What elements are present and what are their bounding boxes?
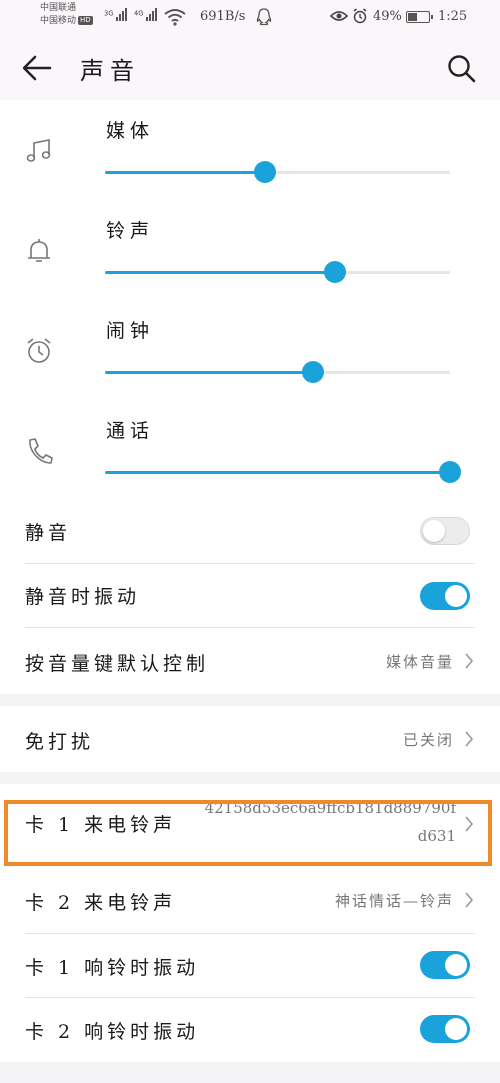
volume-panel: 媒体 铃声 闹钟 通话 (0, 100, 500, 508)
sim1-vibrate-toggle[interactable] (420, 951, 470, 979)
chevron-right-icon (465, 892, 474, 908)
sim2-ringtone-label: 卡 2 来电铃声 (25, 892, 177, 914)
qq-icon (256, 8, 272, 26)
mute-vibrate-toggle-knob (445, 585, 467, 607)
sim2-vibrate-toggle[interactable] (420, 1015, 470, 1043)
volume-label-media: 媒体 (106, 120, 155, 142)
volume-label-alarm: 闹钟 (106, 320, 155, 342)
sim2-ringtone-value: 神话情话—铃声 (334, 892, 454, 910)
alarm-volume-slider[interactable] (105, 361, 450, 383)
chevron-right-icon (465, 653, 474, 669)
eye-comfort-icon (330, 11, 348, 21)
ringtone-volume-fill (105, 271, 336, 274)
sim1-vibrate-row[interactable]: 卡 1 响铃时振动 (0, 934, 500, 998)
volume-row-call: 通话 (0, 400, 500, 500)
volume-label-call: 通话 (106, 420, 155, 442)
media-volume-thumb[interactable] (254, 161, 277, 183)
battery-icon (406, 11, 433, 23)
sim2-vibrate-row[interactable]: 卡 2 响铃时振动 (0, 998, 500, 1062)
volume-key-row[interactable]: 按音量键默认控制 媒体音量 (0, 628, 500, 694)
signal-1-icon: 3G (104, 8, 128, 21)
alarm-status-icon (353, 8, 367, 24)
music-note-icon (26, 139, 51, 162)
call-volume-slider[interactable] (105, 461, 461, 483)
media-volume-fill (105, 171, 266, 174)
search-icon[interactable] (446, 53, 476, 83)
ringtone-volume-slider[interactable] (105, 261, 450, 283)
page-title: 声音 (80, 57, 140, 85)
back-arrow-icon[interactable] (22, 54, 52, 82)
do-not-disturb-label: 免打扰 (25, 731, 95, 753)
sim2-vibrate-label: 卡 2 响铃时振动 (25, 1021, 200, 1043)
alarm-clock-icon (27, 338, 51, 363)
battery-fill (408, 13, 418, 21)
mute-vibrate-label: 静音时振动 (25, 586, 141, 608)
sim2-ringtone-row[interactable]: 卡 2 来电铃声 神话情话—铃声 (0, 868, 500, 934)
mute-row[interactable]: 静音 (0, 500, 500, 564)
carrier-2: 中国移动 (40, 16, 77, 26)
signal-2-icon: 4G (134, 8, 158, 21)
net-speed: 691B/s (200, 9, 246, 24)
mute-toggle[interactable] (420, 517, 470, 545)
battery-percent: 49% (373, 9, 402, 24)
do-not-disturb-value: 已关闭 (402, 731, 454, 749)
do-not-disturb-row[interactable]: 免打扰 已关闭 (0, 706, 500, 772)
signal-1-label: 3G (104, 9, 114, 18)
volume-row-ringtone: 铃声 (0, 200, 500, 300)
carrier-1: 中国联通 (40, 3, 77, 13)
carrier-info: 中国联通 中国移动 HD (40, 2, 93, 28)
status-bar: 中国联通 中国移动 HD 3G 4G 691B/s 49% 1:25 (0, 0, 500, 36)
highlight-annotation (4, 800, 492, 866)
phone-icon (29, 438, 53, 464)
wifi-icon (164, 9, 186, 26)
alarm-volume-fill (105, 371, 314, 374)
mute-vibrate-toggle[interactable] (420, 582, 470, 610)
chevron-right-icon (465, 731, 474, 747)
clock: 1:25 (438, 9, 468, 24)
signal-2-label: 4G (134, 9, 144, 18)
call-volume-thumb[interactable] (439, 461, 461, 483)
mute-toggle-knob (423, 520, 445, 542)
hd-badge: HD (78, 16, 93, 25)
call-volume-fill (105, 471, 450, 474)
alarm-volume-thumb[interactable] (302, 361, 325, 383)
bell-icon (28, 239, 50, 262)
sim1-vibrate-label: 卡 1 响铃时振动 (25, 957, 200, 979)
sim2-vibrate-toggle-knob (445, 1018, 467, 1040)
volume-row-alarm: 闹钟 (0, 300, 500, 400)
volume-row-media: 媒体 (0, 100, 500, 200)
volume-key-value: 媒体音量 (385, 653, 454, 671)
volume-label-ringtone: 铃声 (106, 220, 155, 242)
media-volume-slider[interactable] (105, 161, 450, 183)
app-header: 声音 (0, 36, 500, 100)
sim1-vibrate-toggle-knob (445, 954, 467, 976)
mute-label: 静音 (25, 522, 72, 544)
volume-key-label: 按音量键默认控制 (25, 653, 210, 675)
ringtone-volume-thumb[interactable] (324, 261, 347, 283)
mute-vibrate-row[interactable]: 静音时振动 (0, 564, 500, 628)
